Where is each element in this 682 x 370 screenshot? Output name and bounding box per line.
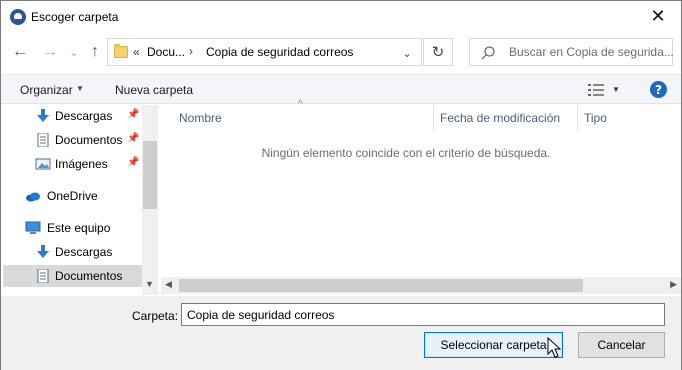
- thunderbird-app-icon: [10, 9, 26, 25]
- search-input[interactable]: Buscar en Copia de segurida...: [469, 38, 674, 66]
- address-row: ← → ⌄ ↑ « Docu... › Copia de seguridad c…: [1, 34, 681, 70]
- nav-item-label: Imágenes: [55, 157, 108, 171]
- nav-item-label: Descargas: [55, 245, 113, 259]
- scrollbar-thumb[interactable]: [179, 279, 583, 292]
- scroll-left-icon[interactable]: ◀: [165, 279, 172, 290]
- dialog-footer: Carpeta: Seleccionar carpeta Cancelar: [1, 296, 681, 370]
- up-button[interactable]: ↑: [85, 42, 105, 62]
- document-icon: [37, 269, 49, 283]
- up-arrow-icon: ↑: [91, 43, 99, 60]
- back-button[interactable]: ←: [10, 42, 30, 62]
- nav-item-imagenes-quick[interactable]: Imágenes 📌: [3, 153, 142, 175]
- pin-icon: 📌: [127, 133, 140, 144]
- folder-icon: [114, 44, 128, 58]
- nav-item-este-equipo[interactable]: Este equipo: [3, 217, 142, 239]
- nav-pane-scrollbar[interactable]: ▼: [142, 105, 158, 295]
- nav-item-label: Descargas: [55, 109, 113, 123]
- folder-picker-dialog: Escoger carpeta ✕ ← → ⌄ ↑ « Docu... › Co…: [0, 0, 682, 370]
- nav-item-label: Documentos: [55, 269, 123, 283]
- folder-field-label: Carpeta:: [132, 309, 179, 323]
- chevron-down-icon: ⌄: [68, 45, 80, 59]
- organize-menu-button[interactable]: Organizar: [20, 83, 73, 97]
- nav-item-label: Este equipo: [47, 221, 111, 235]
- nav-item-onedrive[interactable]: OneDrive: [3, 185, 142, 207]
- close-icon: ✕: [650, 6, 666, 26]
- back-arrow-icon: ←: [12, 43, 28, 60]
- download-icon: [37, 245, 49, 258]
- nav-item-documentos[interactable]: Documentos: [3, 265, 142, 287]
- command-bar: Organizar ▼ Nueva carpeta ▼ ?: [1, 74, 681, 104]
- title-bar: Escoger carpeta ✕: [1, 1, 681, 32]
- breadcrumb-current-folder[interactable]: Copia de seguridad correos: [206, 45, 353, 59]
- address-dropdown-icon[interactable]: ⌄: [398, 44, 416, 62]
- help-icon[interactable]: ?: [650, 81, 667, 98]
- document-icon: [37, 133, 49, 147]
- forward-arrow-icon: →: [42, 43, 58, 60]
- file-list: ^ Nombre Fecha de modificación Tipo Ning…: [161, 99, 681, 295]
- scroll-right-icon[interactable]: ▶: [670, 279, 677, 290]
- cancel-button[interactable]: Cancelar: [578, 332, 665, 358]
- computer-icon: [25, 221, 41, 234]
- breadcrumb-separator-icon[interactable]: ›: [189, 44, 193, 58]
- download-icon: [37, 109, 49, 122]
- empty-state-message: Ningún elemento coincide con el criterio…: [261, 146, 551, 160]
- column-header-date-modified[interactable]: Fecha de modificación: [440, 111, 560, 133]
- pin-icon: 📌: [127, 157, 140, 168]
- pin-icon: 📌: [127, 109, 140, 120]
- column-header-name[interactable]: Nombre: [179, 111, 222, 133]
- refresh-icon: ↻: [431, 44, 445, 61]
- pictures-icon: [35, 158, 51, 170]
- nav-item-label: OneDrive: [47, 189, 98, 203]
- new-folder-button[interactable]: Nueva carpeta: [115, 83, 193, 97]
- horizontal-scrollbar[interactable]: ◀ ▶: [161, 277, 681, 294]
- folder-name-input[interactable]: [181, 303, 665, 326]
- breadcrumb-documents[interactable]: Docu...: [147, 45, 185, 59]
- column-divider[interactable]: [433, 105, 434, 131]
- scrollbar-thumb[interactable]: [143, 141, 157, 209]
- window-title: Escoger carpeta: [31, 10, 119, 24]
- column-header-type[interactable]: Tipo: [584, 111, 607, 133]
- address-bar[interactable]: « Docu... › Copia de seguridad correos ⌄: [107, 38, 422, 66]
- column-divider[interactable]: [577, 105, 578, 131]
- select-folder-button[interactable]: Seleccionar carpeta: [424, 332, 563, 358]
- close-button[interactable]: ✕: [635, 1, 681, 32]
- nav-item-descargas[interactable]: Descargas: [3, 241, 142, 263]
- caret-down-icon[interactable]: ▼: [76, 84, 84, 93]
- refresh-button[interactable]: ↻: [423, 38, 453, 66]
- nav-item-documentos-quick[interactable]: Documentos 📌: [3, 129, 142, 151]
- view-options-icon[interactable]: [588, 84, 604, 96]
- sort-caret-icon: ^: [298, 99, 303, 110]
- nav-item-label: Documentos: [55, 133, 123, 147]
- forward-button[interactable]: →: [40, 42, 60, 62]
- recent-locations-button[interactable]: ⌄: [64, 42, 84, 62]
- scroll-down-icon[interactable]: ▼: [145, 279, 154, 289]
- search-placeholder: Buscar en Copia de segurida...: [509, 45, 674, 59]
- mouse-cursor-icon: [547, 337, 562, 358]
- search-icon: [481, 46, 495, 60]
- navigation-pane: Descargas 📌 Documentos 📌 Imágenes 📌 OneD…: [1, 105, 158, 295]
- breadcrumb-overflow-button[interactable]: «: [133, 45, 140, 59]
- nav-item-descargas-quick[interactable]: Descargas 📌: [3, 105, 142, 127]
- onedrive-icon: [26, 192, 40, 202]
- view-options-caret-icon[interactable]: ▼: [612, 85, 620, 94]
